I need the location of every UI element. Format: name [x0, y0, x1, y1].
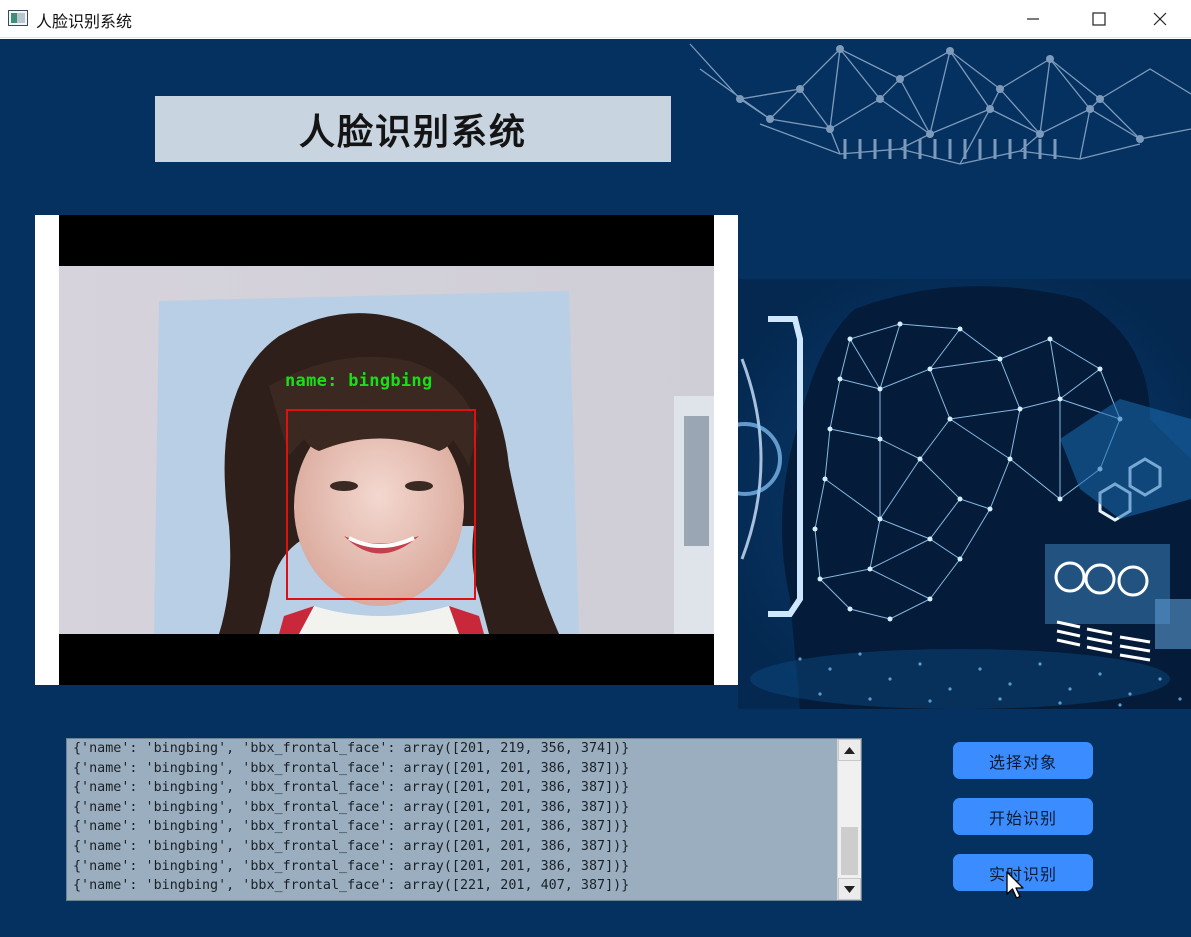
recognition-log-list[interactable]: {'name': 'bingbing', 'bbx_frontal_face':…	[66, 738, 862, 901]
scroll-thumb[interactable]	[841, 827, 858, 875]
maximize-button[interactable]	[1066, 0, 1132, 38]
header-panel: 人脸识别系统	[155, 96, 671, 162]
log-line: {'name': 'bingbing', 'bbx_frontal_face':…	[73, 760, 630, 776]
maximize-icon	[1092, 12, 1106, 26]
title-bar: 人脸识别系统	[0, 0, 1191, 38]
minimize-icon	[1027, 18, 1039, 20]
close-button[interactable]	[1129, 0, 1191, 38]
network-dome-graphic	[689, 43, 1191, 165]
triangle-up-icon	[844, 746, 855, 754]
log-line: {'name': 'bingbing', 'bbx_frontal_face':…	[73, 780, 630, 796]
select-object-button[interactable]: 选择对象	[953, 742, 1093, 779]
triangle-down-icon	[844, 885, 855, 893]
window-title: 人脸识别系统	[36, 12, 133, 31]
log-line: {'name': 'bingbing', 'bbx_frontal_face':…	[73, 741, 630, 756]
face-bounding-box	[286, 409, 476, 600]
wireframe-face-graphic	[708, 279, 1191, 709]
main-area: 人脸识别系统 name: bingbing {'name': 'bingbing…	[0, 39, 1191, 937]
scroll-down-button[interactable]	[838, 878, 861, 900]
page-title: 人脸识别系统	[298, 112, 527, 153]
log-line: {'name': 'bingbing', 'bbx_frontal_face':…	[73, 838, 630, 854]
scroll-up-button[interactable]	[838, 739, 861, 761]
camera-view: name: bingbing	[59, 215, 714, 685]
app-icon	[8, 10, 28, 26]
log-line: {'name': 'bingbing', 'bbx_frontal_face':…	[73, 858, 630, 874]
minimize-button[interactable]	[1000, 0, 1066, 38]
close-icon	[1153, 12, 1167, 26]
log-line: {'name': 'bingbing', 'bbx_frontal_face':…	[73, 878, 630, 894]
log-line: {'name': 'bingbing', 'bbx_frontal_face':…	[73, 819, 630, 835]
video-panel: name: bingbing	[35, 215, 738, 685]
log-lines: {'name': 'bingbing', 'bbx_frontal_face':…	[73, 739, 841, 896]
recognized-name-label: name: bingbing	[285, 371, 433, 391]
mouse-cursor-icon	[1006, 871, 1024, 899]
log-line: {'name': 'bingbing', 'bbx_frontal_face':…	[73, 799, 630, 815]
log-scrollbar[interactable]	[837, 739, 861, 900]
start-recognition-button[interactable]: 开始识别	[953, 798, 1093, 835]
